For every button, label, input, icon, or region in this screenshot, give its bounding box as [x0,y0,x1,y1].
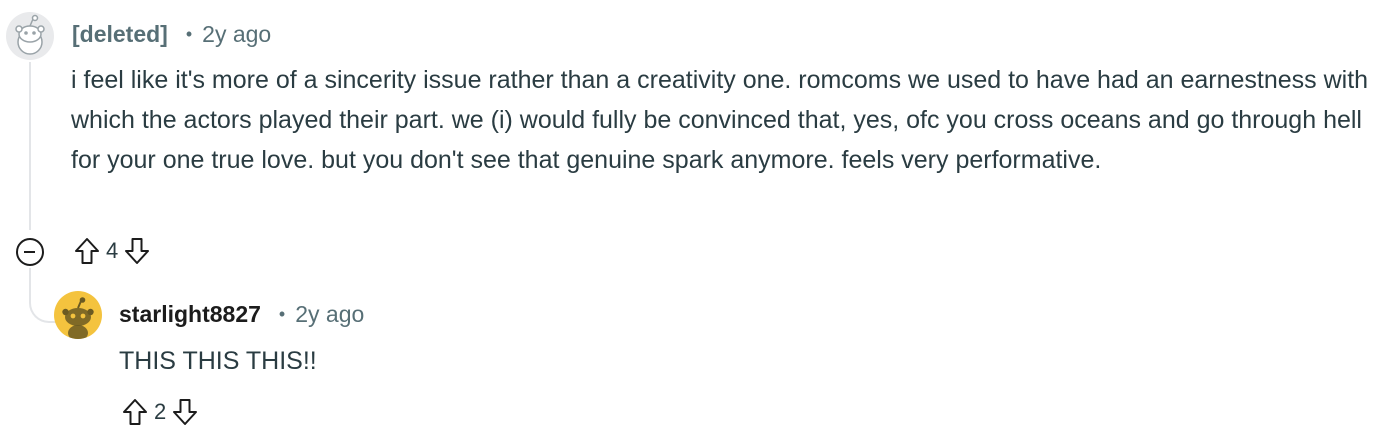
comment-body: i feel like it's more of a sincerity iss… [71,66,1369,174]
downvote-icon[interactable] [120,234,154,268]
upvote-icon[interactable] [70,234,104,268]
vote-score: 2 [154,399,167,424]
user-avatar[interactable] [54,291,102,339]
vote-controls: 2 [118,395,202,429]
vote-controls: 4 [70,234,154,268]
meta-separator: • [185,24,193,44]
collapse-thread-icon[interactable] [16,238,44,266]
comment-meta: starlight8827 • 2y ago [119,301,364,328]
meta-separator: • [278,304,286,324]
comment-meta: [deleted] • 2y ago [72,21,271,48]
deleted-user-avatar [6,12,54,60]
snoo-avatar-icon [15,14,45,55]
thread-line[interactable] [29,62,31,230]
snoo-avatar-icon [62,297,94,339]
downvote-icon[interactable] [168,395,202,429]
comment-body: THIS THIS THIS!! [119,347,317,375]
comment-timestamp[interactable]: 2y ago [295,301,364,328]
comment-timestamp[interactable]: 2y ago [202,21,271,48]
comment-author[interactable]: starlight8827 [119,301,261,328]
vote-score: 4 [106,238,119,263]
upvote-icon[interactable] [118,395,152,429]
comment-author: [deleted] [72,21,168,47]
